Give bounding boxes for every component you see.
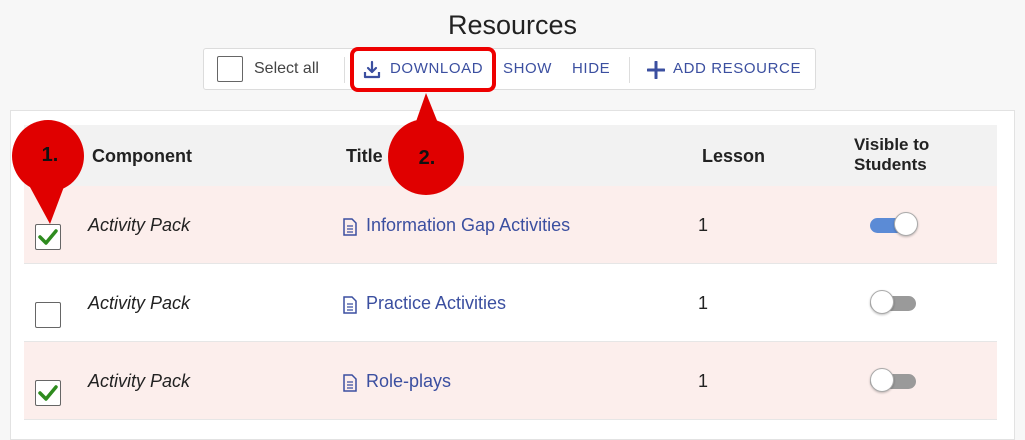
component-cell: Activity Pack	[88, 371, 191, 391]
check-icon	[38, 229, 58, 245]
callout-2: 2.	[386, 93, 468, 195]
column-header-component: Component	[92, 146, 192, 166]
column-header-title: Title	[346, 146, 383, 166]
column-header-visible: Visible to Students	[854, 135, 929, 175]
select-all-checkbox[interactable]	[217, 56, 243, 82]
table-row: Activity Pack Practice Activities 1	[24, 264, 997, 342]
toolbar-divider	[629, 57, 630, 83]
hide-button[interactable]: HIDE	[572, 60, 610, 77]
visibility-toggle[interactable]	[870, 210, 920, 240]
visibility-toggle[interactable]	[870, 288, 920, 318]
plus-icon	[647, 61, 665, 79]
component-cell: Activity Pack	[88, 293, 191, 313]
column-header-lesson: Lesson	[702, 146, 766, 166]
callout-2-bubble	[388, 93, 464, 195]
column-header-visible-line2: Students	[854, 155, 927, 174]
lesson-cell: 1	[698, 293, 709, 313]
resource-title-text: Practice Activities	[366, 293, 507, 313]
select-all-label[interactable]: Select all	[254, 60, 319, 78]
callout-2-number: 2.	[418, 147, 436, 169]
document-icon	[343, 374, 357, 392]
document-icon	[343, 296, 357, 314]
row-checkbox[interactable]	[35, 302, 61, 328]
table-header: Component Title Lesson Visible to Studen…	[24, 125, 997, 186]
resource-title-text: Information Gap Activities	[366, 215, 571, 235]
add-resource-label: ADD RESOURCE	[673, 60, 802, 77]
table-row: Activity Pack Information Gap Activities…	[24, 186, 997, 264]
lesson-cell: 1	[698, 215, 709, 235]
callout-1: 1.	[10, 120, 90, 228]
document-icon	[343, 218, 357, 236]
table-row: Activity Pack Role-plays 1	[24, 342, 997, 420]
check-icon	[38, 385, 58, 401]
toggle-knob	[870, 368, 894, 392]
row-checkbox[interactable]	[35, 380, 61, 406]
add-resource-button[interactable]: ADD RESOURCE	[644, 49, 809, 89]
lesson-cell: 1	[698, 371, 709, 391]
resources-toolbar: Select all DOWNLOAD SHOW HIDE ADD RESOUR…	[203, 48, 816, 90]
column-header-visible-line1: Visible to	[854, 135, 930, 154]
show-button[interactable]: SHOW	[503, 60, 552, 77]
download-highlight-box	[350, 47, 496, 92]
component-cell: Activity Pack	[88, 215, 191, 235]
toggle-knob	[870, 290, 894, 314]
toolbar-divider	[344, 57, 345, 83]
page-title: Resources	[447, 10, 578, 40]
callout-1-bubble	[12, 120, 84, 224]
callout-1-number: 1.	[41, 144, 59, 166]
toggle-knob	[894, 212, 918, 236]
resource-title-text: Role-plays	[366, 371, 452, 391]
visibility-toggle[interactable]	[870, 366, 920, 396]
